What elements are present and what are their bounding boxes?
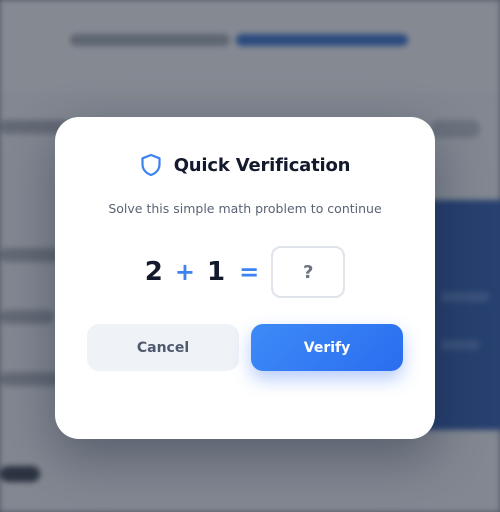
dialog-header: Quick Verification [55, 153, 435, 177]
dialog-title: Quick Verification [173, 154, 351, 176]
operand-a: 2 [144, 257, 163, 287]
math-equation: 2 + 1 = [55, 244, 435, 300]
cancel-button[interactable]: Cancel [87, 324, 239, 371]
verify-button[interactable]: Verify [251, 324, 403, 371]
verification-dialog: Quick Verification Solve this simple mat… [55, 117, 435, 439]
shield-icon [140, 153, 162, 177]
dialog-subtitle: Solve this simple math problem to contin… [108, 201, 382, 216]
equals-sign: = [239, 258, 260, 286]
plus-operator: + [174, 258, 195, 286]
answer-input[interactable] [271, 246, 346, 298]
operand-b: 1 [207, 257, 226, 287]
